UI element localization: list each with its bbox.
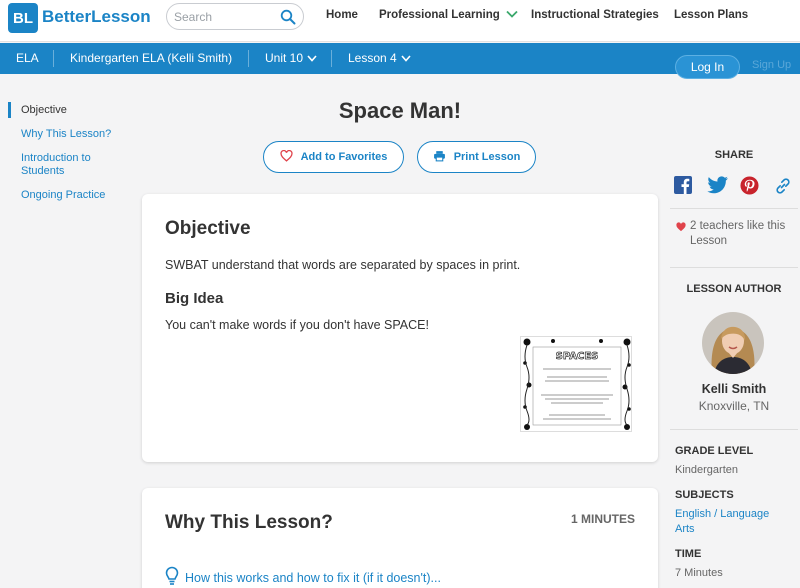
objective-text: SWBAT understand that words are separate… — [165, 258, 521, 272]
objective-card: Objective SWBAT understand that words ar… — [142, 194, 658, 462]
lesson-author-heading: LESSON AUTHOR — [670, 283, 798, 295]
likes-count: 2 teachers like this Lesson — [676, 219, 796, 249]
chevron-down-icon — [307, 55, 317, 63]
lightbulb-icon — [165, 566, 179, 588]
help-link-label: How this works and how to fix it (if it … — [185, 570, 441, 585]
avatar[interactable] — [702, 312, 764, 374]
subjects-label: SUBJECTS — [675, 489, 734, 501]
breadcrumb-unit-label: Unit 10 — [265, 51, 304, 65]
breadcrumb-divider — [331, 50, 332, 67]
link-icon[interactable] — [773, 176, 793, 196]
login-button[interactable]: Log In — [675, 55, 740, 79]
lesson-author-label: LESSON AUTHOR — [686, 283, 782, 295]
breadcrumb-lesson[interactable]: Lesson 4 — [348, 51, 411, 65]
signup-link[interactable]: Sign Up — [752, 59, 791, 71]
breadcrumb-unit[interactable]: Unit 10 — [265, 51, 317, 65]
pinterest-icon[interactable] — [740, 176, 760, 196]
search-box[interactable] — [166, 3, 304, 30]
time-value: 7 Minutes — [675, 567, 723, 579]
search-icon[interactable] — [280, 9, 296, 25]
objective-heading: Objective — [165, 218, 251, 239]
heart-outline-icon — [280, 149, 293, 165]
toc-item-objective[interactable]: Objective — [8, 102, 128, 118]
subjects-value[interactable]: English / Language Arts — [675, 507, 780, 537]
grade-level-label: GRADE LEVEL — [675, 445, 754, 457]
logo-text[interactable]: BetterLesson — [42, 7, 151, 27]
printer-icon — [433, 150, 446, 165]
nav-home[interactable]: Home — [326, 9, 358, 21]
nav-lesson-plans[interactable]: Lesson Plans — [674, 9, 748, 21]
breadcrumb-divider — [248, 50, 249, 67]
logo-mark[interactable]: BL — [8, 3, 38, 33]
breadcrumb-divider — [53, 50, 54, 67]
print-lesson-label: Print Lesson — [453, 151, 521, 163]
likes-text: 2 teachers like this Lesson — [690, 220, 786, 247]
lesson-toc: Objective Why This Lesson? Introduction … — [8, 102, 128, 213]
big-idea-heading: Big Idea — [165, 290, 224, 307]
top-navbar: BL BetterLesson Home Professional Learni… — [0, 0, 800, 42]
nav-professional-learning-label: Professional Learning — [379, 9, 500, 22]
why-this-lesson-card: Why This Lesson? 1 MINUTES How this work… — [142, 488, 658, 588]
heart-icon — [676, 222, 686, 232]
time-label: TIME — [675, 548, 702, 560]
big-idea-thumbnail[interactable]: SPACES — [520, 336, 632, 432]
sidebar-divider — [670, 429, 798, 430]
thumb-title: SPACES — [556, 351, 599, 362]
nav-professional-learning[interactable]: Professional Learning — [379, 9, 518, 21]
page-title: Space Man! — [338, 98, 462, 123]
sidebar-divider — [670, 267, 798, 268]
big-idea-text: You can't make words if you don't have S… — [165, 318, 429, 332]
breadcrumb-subject[interactable]: ELA — [16, 51, 39, 65]
toc-item-ongoing-practice[interactable]: Ongoing Practice — [8, 189, 128, 202]
breadcrumb-lesson-label: Lesson 4 — [348, 51, 397, 65]
toc-item-why-this-lesson[interactable]: Why This Lesson? — [8, 128, 128, 141]
add-to-favorites-button[interactable]: Add to Favorites — [263, 141, 404, 173]
add-to-favorites-label: Add to Favorites — [300, 151, 388, 163]
minutes-badge: 1 MINUTES — [570, 512, 635, 526]
author-location: Knoxville, TN — [698, 399, 770, 413]
search-input[interactable] — [174, 9, 274, 25]
chevron-down-icon — [401, 55, 411, 63]
share-label: SHARE — [714, 149, 754, 161]
help-link[interactable]: How this works and how to fix it (if it … — [165, 566, 441, 588]
nav-instructional-strategies[interactable]: Instructional Strategies — [531, 9, 659, 21]
why-this-lesson-heading: Why This Lesson? — [165, 512, 333, 533]
twitter-icon[interactable] — [707, 176, 728, 196]
toc-item-introduction[interactable]: Introduction to Students — [8, 152, 108, 178]
grade-level-value: Kindergarten — [675, 464, 738, 476]
sidebar-divider — [670, 208, 798, 209]
share-icons — [674, 176, 794, 198]
facebook-icon[interactable] — [674, 176, 694, 196]
author-name[interactable]: Kelli Smith — [670, 382, 798, 396]
print-lesson-button[interactable]: Print Lesson — [417, 141, 536, 173]
chevron-down-icon — [506, 9, 518, 21]
breadcrumb-course[interactable]: Kindergarten ELA (Kelli Smith) — [70, 51, 232, 65]
share-heading: SHARE — [670, 149, 798, 161]
